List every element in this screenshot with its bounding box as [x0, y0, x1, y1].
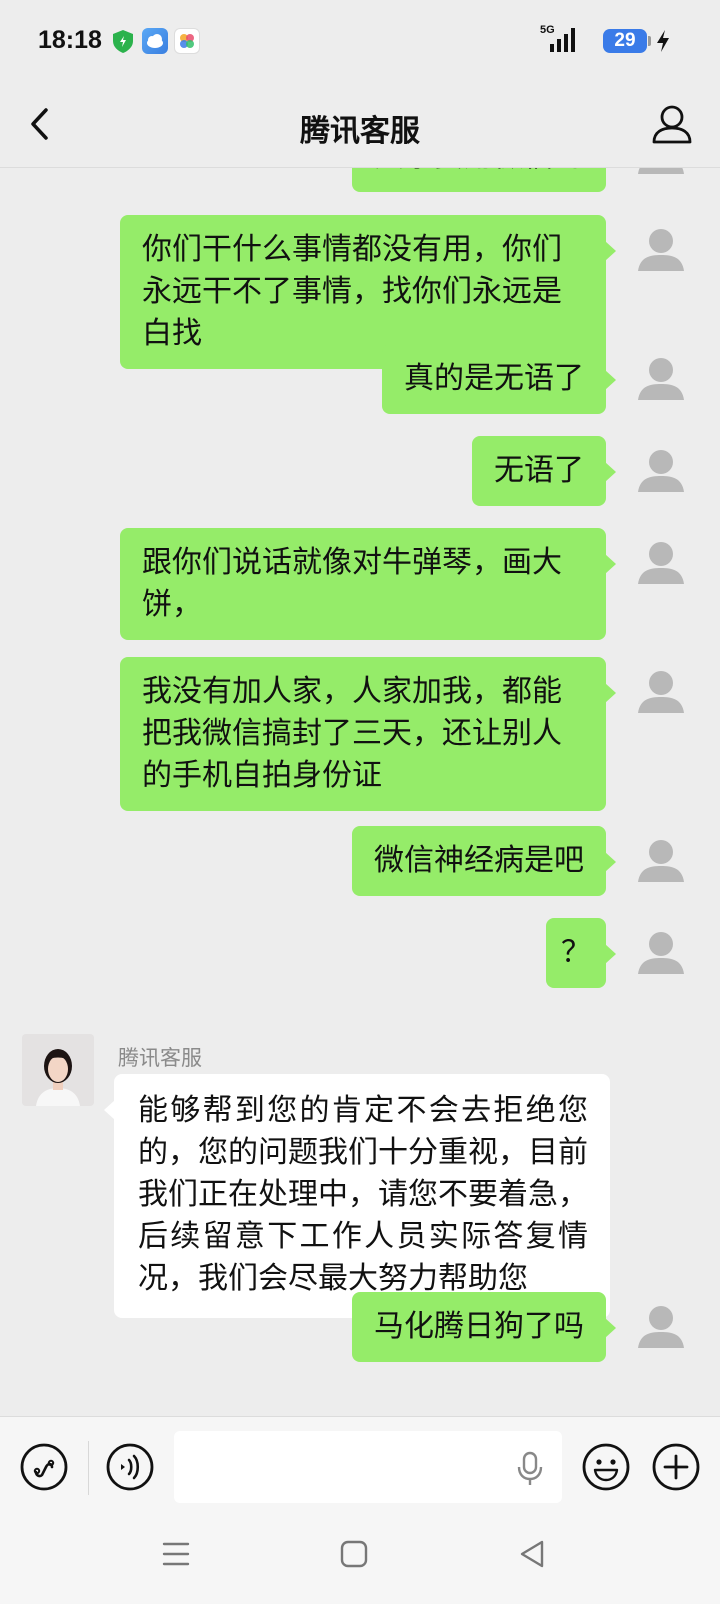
back-triangle-icon[interactable] — [512, 1534, 552, 1574]
default-avatar-icon — [638, 840, 684, 882]
my-message-bubble[interactable]: 大家要用微信的 — [352, 168, 606, 192]
input-divider — [88, 1441, 89, 1495]
my-message-bubble[interactable]: 真的是无语了 — [382, 344, 616, 414]
mic-icon[interactable] — [514, 1451, 546, 1487]
my-message-bubble[interactable]: 我没有加人家，人家加我，都能把我微信搞封了三天，还让别人的手机自拍身份证 — [120, 657, 616, 811]
my-avatar[interactable] — [626, 918, 696, 988]
my-message-bubble[interactable]: 马化腾日狗了吗 — [352, 1292, 616, 1362]
my-avatar[interactable] — [626, 528, 696, 598]
voice-icon[interactable] — [104, 1441, 156, 1493]
default-avatar-icon — [638, 358, 684, 400]
my-avatar[interactable] — [626, 436, 696, 506]
sender-name: 腾讯客服 — [118, 1046, 202, 1070]
agent-portrait-icon — [22, 1034, 94, 1106]
my-message-bubble[interactable]: 微信神经病是吧 — [352, 826, 616, 896]
my-avatar[interactable] — [626, 657, 696, 727]
home-icon[interactable] — [334, 1534, 374, 1574]
system-nav-bar — [0, 1520, 720, 1604]
shield-app-icon — [113, 30, 133, 53]
my-message-bubble[interactable]: 无语了 — [472, 436, 616, 506]
chat-list[interactable]: 大家要用微信的 你们干什么事情都没有用，你们永远干不了事情，找你们永远是白找 真… — [0, 168, 720, 1416]
status-bar: 18:18 5G 29 — [0, 0, 720, 80]
my-message-bubble[interactable]: ？ — [546, 918, 616, 988]
menu-icon[interactable] — [156, 1534, 196, 1574]
weather-app-icon — [142, 28, 168, 54]
page-title: 腾讯客服 — [300, 114, 420, 149]
my-avatar[interactable] — [626, 215, 696, 285]
gallery-app-icon — [174, 28, 200, 54]
person-icon[interactable] — [650, 102, 694, 146]
my-avatar[interactable] — [626, 1292, 696, 1362]
header-bar: 腾讯客服 — [0, 80, 720, 168]
my-avatar[interactable] — [626, 344, 696, 414]
battery-cap — [648, 36, 651, 46]
emoji-icon[interactable] — [580, 1441, 632, 1493]
input-bar — [0, 1416, 720, 1520]
battery-icon: 29 — [603, 29, 647, 53]
my-avatar[interactable] — [626, 168, 696, 188]
default-avatar-icon — [638, 450, 684, 492]
agent-message-bubble[interactable]: 能够帮到您的肯定不会去拒绝您的，您的问题我们十分重视，目前我们正在处理中，请您不… — [104, 1074, 610, 1318]
my-message-bubble[interactable]: 跟你们说话就像对牛弹琴，画大饼， — [120, 528, 616, 640]
default-avatar-icon — [638, 168, 684, 174]
default-avatar-icon — [638, 932, 684, 974]
plus-icon[interactable] — [650, 1441, 702, 1493]
status-time: 18:18 — [38, 26, 102, 54]
default-avatar-icon — [638, 1306, 684, 1348]
mini-program-icon[interactable] — [18, 1441, 70, 1493]
charging-icon — [657, 30, 669, 52]
default-avatar-icon — [638, 671, 684, 713]
default-avatar-icon — [638, 229, 684, 271]
agent-avatar[interactable] — [22, 1034, 94, 1106]
message-input[interactable] — [174, 1431, 562, 1503]
signal-icon: 5G — [540, 24, 586, 54]
default-avatar-icon — [638, 542, 684, 584]
my-avatar[interactable] — [626, 826, 696, 896]
